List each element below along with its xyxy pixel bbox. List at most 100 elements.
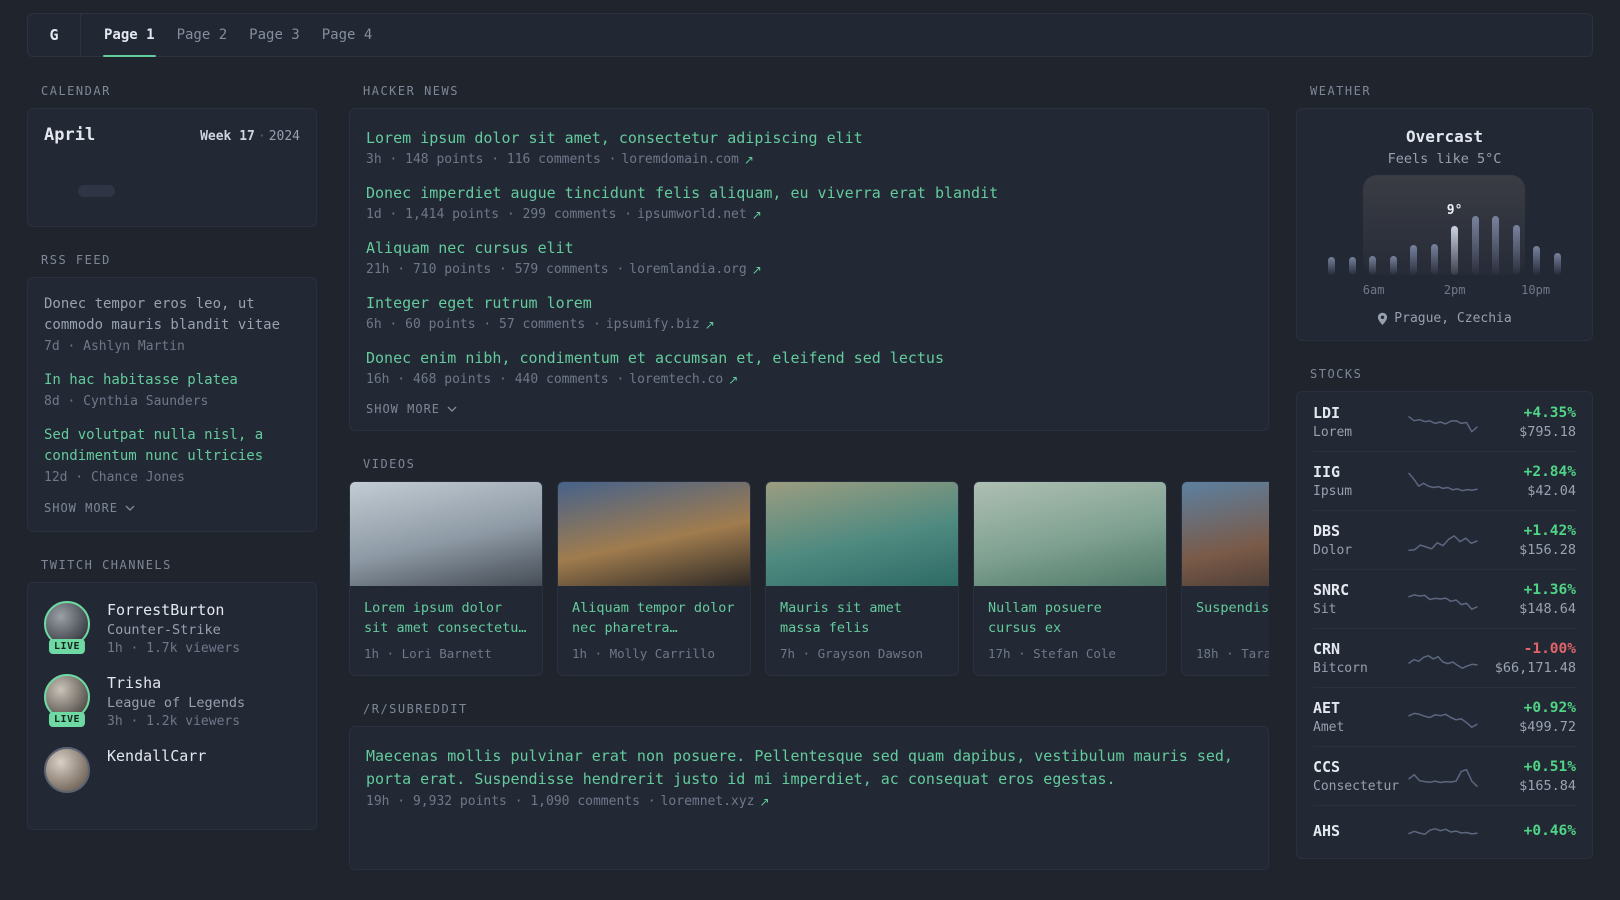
twitch-channel-viewers: 3h · 1.2k viewers [107,714,241,729]
rss-item[interactable]: In hac habitasse platea 8d · Cynthia Sau… [44,370,300,409]
external-link-icon[interactable]: ↗ [705,318,715,332]
stock-row[interactable]: IIG Ipsum +2.84% $42.04 [1313,451,1576,510]
rss-section: RSS FEED Donec tempor eros leo, ut commo… [27,253,317,532]
hackernews-item: Aliquam nec cursus elit 21h · 710 points… [366,237,1252,277]
hackernews-item-meta: 6h · 60 points · 57 comments · ipsumify.… [366,317,1252,332]
twitch-channel-name[interactable]: KendallCarr [107,747,206,765]
stock-row[interactable]: CRN Bitcorn -1.00% $66,171.48 [1313,628,1576,687]
twitch-card: LIVE ForrestBurton Counter-Strike 1h · 1… [27,582,317,830]
page-tab[interactable]: Page 3 [238,14,311,56]
video-title[interactable]: Mauris sit amet massa felis [780,598,944,638]
external-link-icon[interactable]: ↗ [752,208,762,222]
stock-name: Ipsum [1313,484,1353,499]
stock-row[interactable]: SNRC Sit +1.36% $148.64 [1313,569,1576,628]
video-title[interactable]: Nullam posuere cursus ex [988,598,1152,638]
rss-item-title[interactable]: Sed volutpat nulla nisl, a condimentum n… [44,425,300,467]
hackernews-item-title[interactable]: Donec imperdiet augue tincidunt felis al… [366,182,1252,204]
weather-bar [1533,246,1541,275]
external-link-icon[interactable]: ↗ [752,263,762,277]
twitch-channel-name[interactable]: Trisha [107,674,245,692]
show-more-label: SHOW MORE [44,501,119,515]
stock-symbol: IIG [1313,463,1341,481]
twitch-channel-row[interactable]: LIVE ForrestBurton Counter-Strike 1h · 1… [44,601,300,656]
page-tab[interactable]: Page 1 [93,14,166,57]
stock-identity: LDI Lorem [1313,404,1407,440]
hackernews-item: Donec enim nibh, condimentum et accumsan… [366,347,1252,387]
stock-price: $148.64 [1519,600,1576,617]
calendar-date [191,170,229,182]
stock-price: $795.18 [1519,423,1576,440]
video-thumbnail[interactable] [558,482,750,586]
video-card[interactable]: Mauris sit amet massa felis 7h · Grayson… [765,481,959,676]
page-tab[interactable]: Page 2 [166,14,239,56]
video-card-body: Lorem ipsum dolor sit amet consectetu… 1… [350,586,542,675]
hackernews-item-title[interactable]: Donec enim nibh, condimentum et accumsan… [366,347,1252,369]
twitch-channel-name[interactable]: ForrestBurton [107,601,240,619]
show-more-label: SHOW MORE [366,402,441,416]
video-title[interactable]: Lorem ipsum dolor sit amet consectetu… [364,598,528,638]
video-thumbnail[interactable] [974,482,1166,586]
rss-item-title[interactable]: Donec tempor eros leo, ut commodo mauris… [44,294,300,336]
stock-row[interactable]: DBS Dolor +1.42% $156.28 [1313,510,1576,569]
stock-symbol: AET [1313,699,1341,717]
external-link-icon[interactable]: ↗ [744,153,754,167]
stock-row[interactable]: LDI Lorem +4.35% $795.18 [1313,393,1576,451]
hackernews-item-title[interactable]: Aliquam nec cursus elit [366,237,1252,259]
right-column: WEATHER Overcast Feels like 5°C 9° 6am 2p… [1296,84,1593,859]
video-card[interactable]: Suspendisse diam 18h · Tara [1181,481,1269,676]
app-logo: G [28,14,81,56]
stock-values: +0.92% $499.72 [1479,700,1576,735]
video-title[interactable]: Suspendisse diam [1196,598,1269,638]
weather-card: Overcast Feels like 5°C 9° 6am 2pm 10pm Pr… [1296,108,1593,341]
stock-values: +2.84% $42.04 [1479,464,1576,499]
rss-show-more[interactable]: SHOW MORE [44,501,300,515]
video-card[interactable]: Nullam posuere cursus ex 17h · Stefan Co… [973,481,1167,676]
calendar-date [153,185,191,197]
twitch-channel-row[interactable]: LIVE Trisha League of Legends 3h · 1.2k … [44,674,300,729]
stock-sparkline [1407,466,1479,496]
stock-row[interactable]: AET Amet +0.92% $499.72 [1313,687,1576,746]
reddit-post-title[interactable]: Maecenas mollis pulvinar erat non posuer… [366,745,1252,791]
weather-hour-labels: 6am 2pm 10pm [1323,283,1566,299]
video-thumbnail[interactable] [1182,482,1269,586]
calendar-date [78,200,116,212]
stock-row[interactable]: CCS Consectetur +0.51% $165.84 [1313,746,1576,805]
weather-bar [1492,216,1500,275]
video-thumbnail[interactable] [350,482,542,586]
stocks-card: LDI Lorem +4.35% $795.18 IIG Ipsum +2.84… [1296,391,1593,859]
hackernews-item-domain[interactable]: loremlandia.org [629,262,746,277]
twitch-channel-category[interactable]: League of Legends [107,695,245,711]
video-thumbnail[interactable] [766,482,958,586]
stock-name: Dolor [1313,543,1353,558]
twitch-channel-row[interactable]: LIVE KendallCarr [44,747,300,793]
video-card[interactable]: Aliquam tempor dolor nec pharetra… 1h · … [557,481,751,676]
hackernews-item-domain[interactable]: loremdomain.com [621,152,738,167]
page-tab[interactable]: Page 4 [311,14,384,56]
video-card[interactable]: Lorem ipsum dolor sit amet consectetu… 1… [349,481,543,676]
reddit-section: /R/SUBREDDIT Maecenas mollis pulvinar er… [349,702,1269,870]
stock-sparkline [1407,702,1479,732]
external-link-icon[interactable]: ↗ [760,795,770,809]
hackernews-item-domain[interactable]: ipsumify.biz [606,317,700,332]
hackernews-item-domain[interactable]: loremtech.co [629,372,723,387]
videos-section: VIDEOS Lorem ipsum dolor sit amet consec… [349,457,1269,676]
rss-item-title[interactable]: In hac habitasse platea [44,370,300,391]
calendar-date [191,200,229,212]
reddit-post-domain[interactable]: loremnet.xyz [661,794,755,809]
weather-bar [1512,225,1520,275]
hackernews-item-title[interactable]: Integer eget rutrum lorem [366,292,1252,314]
video-title[interactable]: Aliquam tempor dolor nec pharetra… [572,598,736,638]
video-card-body: Nullam posuere cursus ex 17h · Stefan Co… [974,586,1166,675]
hackernews-item-title[interactable]: Lorem ipsum dolor sit amet, consectetur … [366,127,1252,149]
rss-item[interactable]: Donec tempor eros leo, ut commodo mauris… [44,294,300,354]
stock-row[interactable]: AHS +0.46% [1313,805,1576,858]
external-link-icon[interactable]: ↗ [728,373,738,387]
stock-symbol: LDI [1313,404,1341,422]
hackernews-item-meta: 1d · 1,414 points · 299 comments · ipsum… [366,207,1252,222]
twitch-channel-category[interactable]: Counter-Strike [107,622,240,638]
stock-symbol: AHS [1313,821,1341,840]
hackernews-show-more[interactable]: SHOW MORE [366,402,1252,416]
hackernews-item-domain[interactable]: ipsumworld.net [637,207,747,222]
rss-item[interactable]: Sed volutpat nulla nisl, a condimentum n… [44,425,300,485]
left-column: CALENDAR April Week 17 · 2024 RSS FEED Do [27,84,317,830]
